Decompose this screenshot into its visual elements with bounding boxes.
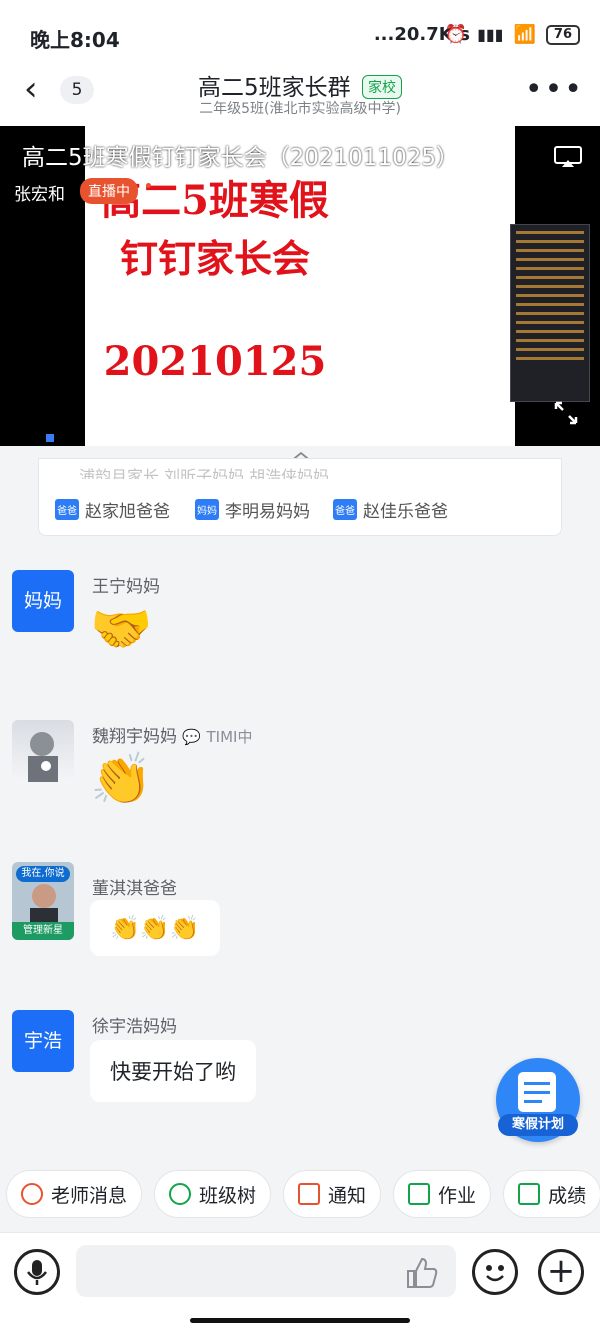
winter-plan-label: 寒假计划: [498, 1114, 578, 1136]
admin-badge: 管理新星: [12, 922, 74, 940]
home-indicator: [190, 1318, 410, 1323]
attendance-card: 浦韵月家长 刘昕子妈妈 胡浩侠妈妈 爸爸 赵家旭爸爸 妈妈 李明易妈妈 爸爸 赵…: [38, 458, 562, 536]
avatar[interactable]: 宇浩: [12, 1010, 74, 1072]
parent-name: 李明易妈妈: [225, 502, 310, 522]
quick-class-tree[interactable]: 班级树: [154, 1170, 272, 1218]
avatar[interactable]: [12, 720, 74, 782]
parent-tag: 爸爸: [55, 499, 79, 520]
teacher-icon: [21, 1183, 43, 1205]
fullscreen-icon[interactable]: [553, 400, 579, 426]
parent-name: 赵家旭爸爸: [85, 502, 170, 522]
clap-emoji-bubble[interactable]: 👏👏👏: [90, 900, 220, 956]
sender-name: 王宁妈妈: [92, 577, 160, 597]
group-tag: 家校: [361, 75, 402, 99]
chat-bubble-icon: 💬: [182, 728, 202, 746]
winter-plan-button[interactable]: 寒假计划: [496, 1058, 580, 1142]
message-input[interactable]: [76, 1245, 456, 1297]
sender-name: 魏翔宇妈妈 💬 TIMI中: [92, 727, 253, 747]
quick-teacher-messages[interactable]: 老师消息: [6, 1170, 143, 1218]
presenter-indicator: [46, 434, 54, 442]
parent-name: 赵佳乐爸爸: [363, 502, 448, 522]
handshake-emoji[interactable]: 🤝: [90, 600, 152, 659]
text-bubble[interactable]: 快要开始了哟: [90, 1040, 256, 1102]
tree-icon: [169, 1183, 192, 1205]
live-status-badge: 直播中: [80, 178, 138, 204]
wifi-icon: 📶: [513, 24, 536, 45]
group-title[interactable]: 高二5班家长群 家校: [0, 68, 600, 102]
sender-status: TIMI中: [206, 728, 253, 746]
parent-entry: 爸爸 赵家旭爸爸: [55, 497, 170, 522]
chat-header: ‹ 5 高二5班家长群 家校 二年级5班(淮北市实验高级中学) •••: [0, 60, 600, 126]
parent-tag: 爸爸: [333, 499, 357, 520]
status-icons: ⏰ ▮▮▮ 📶 76: [445, 24, 580, 45]
status-time: 晚上8:04: [30, 28, 120, 52]
slide-date: 20210125: [103, 338, 327, 385]
live-title: 高二5班寒假钉钉家长会（2021011025）: [22, 145, 459, 171]
quick-actions: 老师消息 班级树 通知 作业 成绩: [6, 1170, 600, 1218]
grade-icon: [518, 1183, 541, 1205]
document-icon: [518, 1072, 556, 1112]
cast-icon[interactable]: [554, 146, 582, 168]
group-subtitle: 二年级5班(淮北市实验高级中学): [199, 101, 401, 117]
megaphone-icon: [298, 1183, 321, 1205]
sender-name: 徐宇浩妈妈: [92, 1017, 177, 1037]
parent-entry: 爸爸 赵佳乐爸爸: [333, 497, 448, 522]
mini-chat-panel: [510, 224, 590, 402]
homework-icon: [408, 1183, 431, 1205]
voice-icon[interactable]: [14, 1249, 60, 1295]
more-icon[interactable]: •••: [525, 72, 584, 107]
battery-icon: 76: [545, 24, 580, 45]
emoji-icon[interactable]: [472, 1249, 518, 1295]
add-icon[interactable]: +: [538, 1249, 584, 1295]
slide-line-2: 钉钉家长会: [119, 236, 310, 281]
parent-entry: 妈妈 李明易妈妈: [195, 497, 310, 522]
parent-tag: 妈妈: [195, 499, 219, 520]
live-dot: [146, 183, 151, 188]
live-stream-player[interactable]: 高二5班寒假 钉钉家长会 20210125 高二5班寒假钉钉家长会（202101…: [0, 126, 600, 446]
signal-icon: ▮▮▮: [477, 25, 504, 44]
clap-emoji[interactable]: 👏: [90, 750, 152, 809]
sender-name: 董淇淇爸爸: [92, 879, 177, 899]
attendance-hidden-row: 浦韵月家长 刘昕子妈妈 胡浩侠妈妈: [79, 467, 330, 479]
thumbs-up-icon[interactable]: [404, 1255, 440, 1291]
quick-homework[interactable]: 作业: [393, 1170, 492, 1218]
avatar[interactable]: 我在,你说 管理新星: [12, 862, 74, 940]
live-host: 张宏和: [14, 185, 65, 205]
alarm-icon: ⏰: [444, 24, 468, 45]
quick-notice[interactable]: 通知: [283, 1170, 382, 1218]
avatar[interactable]: 妈妈: [12, 570, 74, 632]
quick-grades[interactable]: 成绩: [503, 1170, 600, 1218]
